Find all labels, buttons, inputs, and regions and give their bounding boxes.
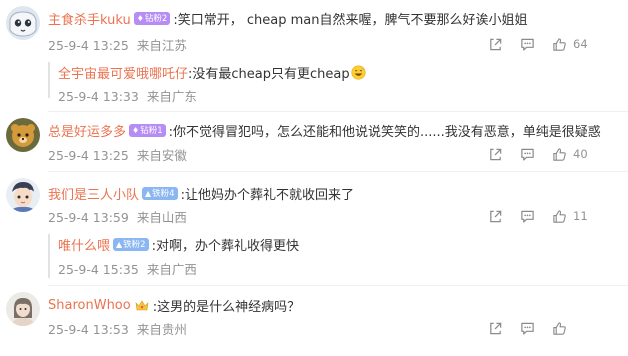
share-button[interactable]: [488, 34, 503, 54]
like-button[interactable]: 11: [552, 206, 588, 226]
badge-label: 铁粉4: [152, 189, 175, 199]
reply-button[interactable]: [520, 144, 535, 164]
comment-text: :笑口常开， cheap man自然来喔，脾气不要那么好诶小姐姐: [173, 12, 528, 28]
reply-text: :没有最cheap只有更cheap: [188, 66, 350, 82]
comment-separator: [48, 171, 628, 172]
comment-location: 来自贵州: [136, 322, 187, 337]
reply-location: 来自广西: [146, 262, 197, 277]
comment-header: 我们是三人小队 ▲ 铁粉4 :让他妈办个葬礼不就收回来了: [48, 183, 354, 203]
share-button[interactable]: [488, 206, 503, 226]
reply-location: 来自广东: [146, 89, 197, 104]
comment-location: 来自江苏: [136, 38, 187, 53]
comment-header: 总是好运多多 ♦ 钻粉1 :你不觉得冒犯吗，怎么还能和他说说笑笑的......我没…: [48, 120, 601, 140]
like-button[interactable]: [552, 318, 573, 338]
diamond-icon: ♦: [136, 13, 144, 23]
comment-date: 25-9-4 13:53: [48, 322, 129, 337]
share-button[interactable]: [488, 144, 503, 164]
reply-button[interactable]: [520, 318, 535, 338]
username-link[interactable]: 总是好运多多: [48, 121, 126, 140]
like-count: 64: [573, 37, 588, 51]
like-count: 11: [573, 209, 588, 223]
share-icon: [490, 38, 502, 50]
comment-meta: 25-9-4 13:25 来自安徽: [48, 145, 187, 164]
reply-text: :对啊，办个葬礼收得更快: [151, 238, 299, 254]
comment-meta: 25-9-4 13:25 来自江苏: [48, 35, 187, 54]
comment-date: 25-9-4 13:59: [48, 210, 129, 225]
comment-icon: [521, 148, 534, 161]
avatar[interactable]: [6, 178, 40, 212]
comment-text: :你不觉得冒犯吗，怎么还能和他说说笑笑的......我没有恶意，单纯是很疑惑: [168, 124, 601, 140]
fan-badge[interactable]: ♦ 钻粉2: [133, 11, 171, 25]
share-icon: [490, 148, 502, 160]
crown-icon: [135, 299, 149, 312]
comment-header: 主食杀手kuku ♦ 钻粉2 :笑口常开， cheap man自然来喔，脾气不要那…: [48, 8, 527, 28]
comment-separator: [48, 285, 628, 286]
share-icon: [490, 322, 502, 334]
comment-date: 25-9-4 13:25: [48, 148, 129, 163]
badge-label: 钻粉1: [140, 126, 163, 136]
iron-fan-icon: ▲: [145, 188, 152, 198]
reply-date: 25-9-4 15:35: [58, 262, 139, 277]
diamond-icon: ♦: [132, 125, 140, 135]
comment-separator: [48, 111, 628, 112]
comment-icon: [521, 38, 534, 51]
comment-date: 25-9-4 13:25: [48, 38, 129, 53]
comment-text: :这男的是什么神经病吗？: [152, 299, 301, 315]
like-count: 40: [573, 147, 588, 161]
reply-username-link[interactable]: 全宇宙最可爱哦哪吒仔: [58, 63, 188, 82]
comment-location: 来自山西: [136, 210, 187, 225]
avatar[interactable]: [6, 292, 40, 326]
reply-header: 唯什么喂 ▲ 铁粉2 :对啊，办个葬礼收得更快: [58, 234, 299, 254]
comment-meta: 25-9-4 13:59 来自山西: [48, 207, 187, 226]
comment-meta: 25-9-4 13:53 来自贵州: [48, 319, 187, 338]
avatar[interactable]: [6, 6, 40, 40]
comment-text: :让他妈办个葬礼不就收回来了: [180, 187, 354, 203]
reply-date: 25-9-4 13:33: [58, 89, 139, 104]
comment-actions: [488, 318, 628, 338]
reply-divider: [48, 234, 50, 278]
reply-button[interactable]: [520, 206, 535, 226]
badge-label: 铁粉2: [123, 240, 146, 250]
reply-meta: 25-9-4 13:33 来自广东: [58, 86, 197, 105]
username-link[interactable]: SharonWhoo: [48, 298, 131, 313]
thumbs-up-icon: [553, 321, 566, 335]
reply-header: 全宇宙最可爱哦哪吒仔 :没有最cheap只有更cheap: [58, 62, 366, 82]
thumbs-up-icon: [553, 147, 566, 161]
avatar[interactable]: [6, 118, 40, 152]
like-button[interactable]: 40: [552, 144, 588, 164]
reply-divider: [48, 62, 50, 98]
grinning-sweat-emoji: [351, 64, 366, 80]
comment-header: SharonWhoo :这男的是什么神经病吗？: [48, 295, 300, 315]
share-button[interactable]: [488, 318, 503, 338]
comment-actions: 40: [488, 144, 628, 164]
reply-username-link[interactable]: 唯什么喂: [58, 235, 110, 254]
comment-icon: [521, 322, 534, 335]
like-button[interactable]: 64: [552, 34, 588, 54]
fan-badge[interactable]: ▲ 铁粉2: [113, 237, 149, 251]
badge-label: 钻粉2: [144, 14, 168, 24]
share-icon: [490, 210, 502, 222]
username-link[interactable]: 主食杀手kuku: [48, 9, 131, 28]
comment-icon: [521, 210, 534, 223]
reply-button[interactable]: [520, 34, 535, 54]
fan-badge[interactable]: ♦ 钻粉1: [129, 123, 166, 137]
comment-actions: 64: [488, 34, 628, 54]
thumbs-up-icon: [553, 209, 566, 223]
comment-location: 来自安徽: [136, 148, 187, 163]
reply-meta: 25-9-4 15:35 来自广西: [58, 259, 197, 278]
iron-fan-icon: ▲: [116, 239, 123, 249]
thumbs-up-icon: [553, 37, 566, 51]
comment-actions: 11: [488, 206, 628, 226]
username-link[interactable]: 我们是三人小队: [48, 184, 139, 203]
fan-badge[interactable]: ▲ 铁粉4: [142, 186, 178, 200]
